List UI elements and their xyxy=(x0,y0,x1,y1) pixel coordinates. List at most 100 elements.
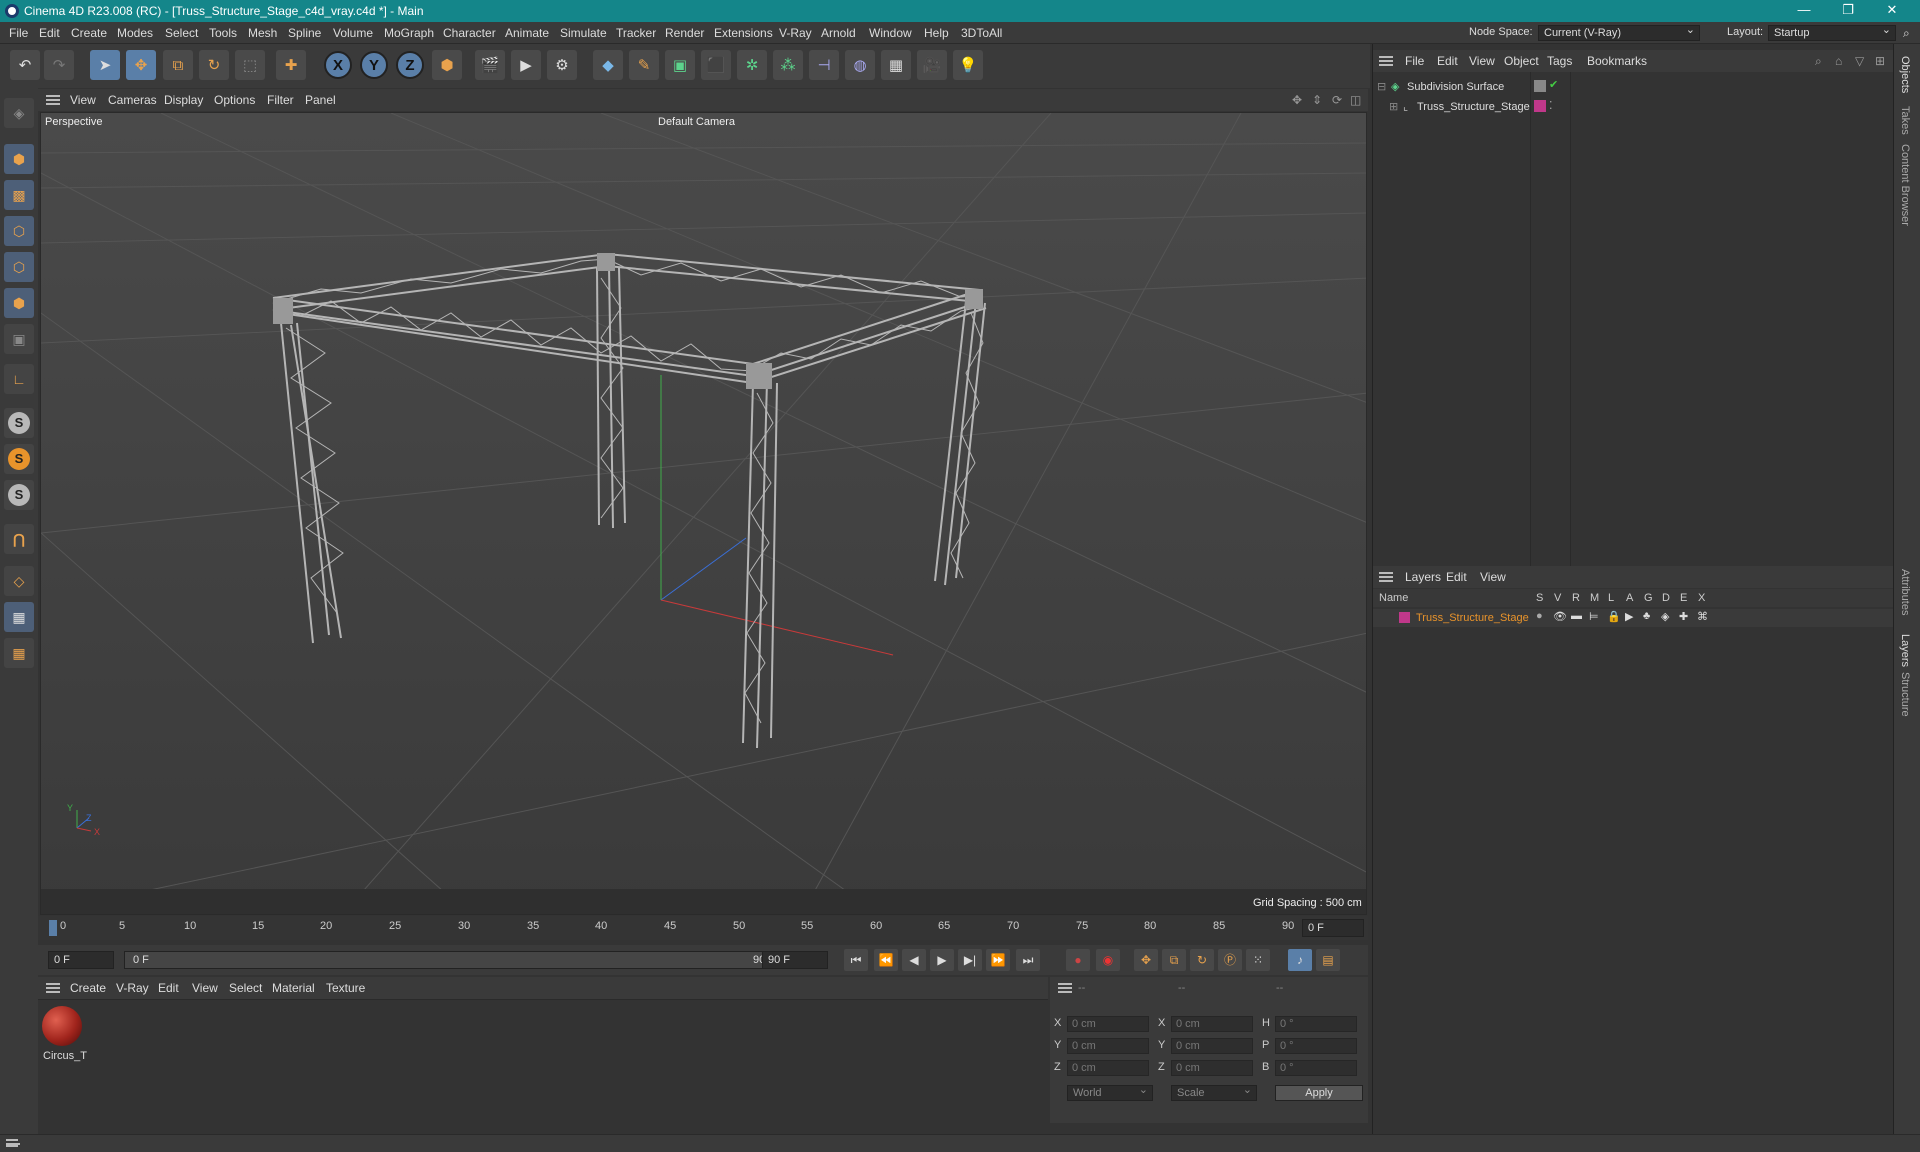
tab-layers[interactable]: Layers xyxy=(1899,634,1911,667)
model-mode-icon[interactable]: ⬢ xyxy=(4,144,34,174)
minimize-button[interactable]: — xyxy=(1784,2,1824,20)
menu-select[interactable]: Select xyxy=(165,26,198,40)
key-scale-icon[interactable]: ⧉ xyxy=(1162,949,1186,971)
snap-settings-icon[interactable]: S xyxy=(4,444,34,474)
animation-icon[interactable]: ▶ xyxy=(1625,610,1633,623)
layer-row[interactable]: Truss_Structure_Stage ● 👁 ▬ ⊨ 🔒 ▶ ♣ ◈ ✚ … xyxy=(1373,609,1893,627)
tab-objects[interactable]: Objects xyxy=(1899,56,1911,93)
size-z-field[interactable]: 0 cm xyxy=(1171,1060,1253,1076)
menu-window[interactable]: Window xyxy=(869,26,912,40)
cloner-icon[interactable]: ✲ xyxy=(737,50,767,80)
object-menu-edit[interactable]: Edit xyxy=(1437,54,1458,68)
menu-file[interactable]: File xyxy=(9,26,28,40)
menu-render[interactable]: Render xyxy=(665,26,704,40)
render-region-icon[interactable]: 🎬 xyxy=(475,50,505,80)
timeline-mode-icon[interactable]: ♪ xyxy=(1288,949,1312,971)
zoom-view-icon[interactable]: ⇕ xyxy=(1312,93,1322,107)
render-view-icon[interactable]: ▶ xyxy=(511,50,541,80)
recent-tool-icon[interactable]: ⬚ xyxy=(235,50,265,80)
pan-view-icon[interactable]: ✥ xyxy=(1292,93,1302,107)
object-home-icon[interactable]: ⌂ xyxy=(1835,54,1842,68)
layer-color-tag[interactable] xyxy=(1534,100,1546,112)
toggle-view-icon[interactable]: ◫ xyxy=(1350,93,1361,107)
redo-icon[interactable]: ↷ xyxy=(44,50,74,80)
object-row[interactable]: ⊞ ⌞ Truss_Structure_Stage ⁚ xyxy=(1373,98,1893,116)
y-axis-lock-icon[interactable]: Y xyxy=(360,51,388,79)
rotate-tool-icon[interactable]: ↻ xyxy=(199,50,229,80)
end-frame-field[interactable]: 90 F xyxy=(762,951,828,969)
visible-eye-icon[interactable]: 👁 xyxy=(1553,610,1567,623)
menu-vray[interactable]: V-Ray xyxy=(779,26,812,40)
coordinate-system-icon[interactable]: ⬢ xyxy=(432,50,462,80)
material-menu-material[interactable]: Material xyxy=(272,981,315,995)
object-menu-icon[interactable] xyxy=(1379,56,1393,66)
layer-menu-icon[interactable] xyxy=(1379,572,1393,582)
tab-structure[interactable]: Structure xyxy=(1899,672,1911,717)
grid-icon[interactable]: ▦ xyxy=(4,602,34,632)
menu-edit[interactable]: Edit xyxy=(39,26,60,40)
z-axis-lock-icon[interactable]: Z xyxy=(396,51,424,79)
light-icon[interactable]: 💡 xyxy=(953,50,983,80)
scale-tool-icon[interactable]: ⧉ xyxy=(163,50,193,80)
material-menu-texture[interactable]: Texture xyxy=(326,981,365,995)
object-name[interactable]: Subdivision Surface xyxy=(1407,81,1504,93)
xrefs-icon[interactable]: ⌘ xyxy=(1697,610,1708,623)
search-icon[interactable]: ⌕ xyxy=(1903,26,1910,41)
cube-object-icon[interactable]: ◆ xyxy=(593,50,623,80)
play-icon[interactable]: ▶ xyxy=(930,949,954,971)
x-axis-lock-icon[interactable]: X xyxy=(324,51,352,79)
expressions-icon[interactable]: ✚ xyxy=(1679,610,1688,623)
edit-toggle-icon[interactable] xyxy=(1534,80,1546,92)
viewport-menu-icon[interactable] xyxy=(46,95,60,105)
lock-icon[interactable]: 🔒 xyxy=(1607,610,1621,623)
next-frame-icon[interactable]: ▶| xyxy=(958,949,982,971)
subdivision-surface-icon[interactable]: ▣ xyxy=(665,50,695,80)
object-filter-icon[interactable]: ▽ xyxy=(1855,54,1864,68)
menu-arnold[interactable]: Arnold xyxy=(821,26,856,40)
rotate-view-icon[interactable]: ⟳ xyxy=(1332,93,1342,107)
deformers-icon[interactable]: ◈ xyxy=(1661,610,1669,623)
current-frame-field[interactable]: 0 F xyxy=(1302,919,1364,937)
previous-frame-icon[interactable]: ◀ xyxy=(902,949,926,971)
add-tool-icon[interactable]: ✚ xyxy=(276,50,306,80)
render-settings-icon[interactable]: ⚙ xyxy=(547,50,577,80)
texture-mode-icon[interactable]: ▩ xyxy=(4,180,34,210)
layer-menu-edit[interactable]: Edit xyxy=(1446,570,1467,584)
axis-mode-icon[interactable]: ∟ xyxy=(4,364,34,394)
object-menu-file[interactable]: File xyxy=(1405,54,1424,68)
tab-content-browser[interactable]: Content Browser xyxy=(1899,144,1911,226)
material-menu-create[interactable]: Create xyxy=(70,981,106,995)
layer-name[interactable]: Truss_Structure_Stage xyxy=(1416,612,1529,624)
size-y-field[interactable]: 0 cm xyxy=(1171,1038,1253,1054)
material-name[interactable]: Circus_Tr xyxy=(43,1050,87,1062)
close-button[interactable]: ✕ xyxy=(1872,2,1912,20)
material-menu-view[interactable]: View xyxy=(192,981,218,995)
locked-workplane-icon[interactable]: ▦ xyxy=(4,638,34,668)
viewport-menu-options[interactable]: Options xyxy=(214,93,255,107)
position-y-field[interactable]: 0 cm xyxy=(1067,1038,1149,1054)
menu-animate[interactable]: Animate xyxy=(505,26,549,40)
go-to-end-icon[interactable]: ⏭ xyxy=(1016,949,1040,971)
key-parameter-icon[interactable]: Ⓟ xyxy=(1218,949,1242,971)
floor-icon[interactable]: ▦ xyxy=(881,50,911,80)
frame-range-slider[interactable]: 0 F 90 F xyxy=(124,951,784,969)
spline-pen-icon[interactable]: ✎ xyxy=(629,50,659,80)
apply-button[interactable]: Apply xyxy=(1275,1085,1363,1101)
expand-icon[interactable]: ⊞ xyxy=(1389,100,1398,113)
field-icon[interactable]: ◍ xyxy=(845,50,875,80)
select-tool-icon[interactable]: ➤ xyxy=(90,50,120,80)
menu-simulate[interactable]: Simulate xyxy=(560,26,607,40)
position-x-field[interactable]: 0 cm xyxy=(1067,1016,1149,1032)
visibility-dots-icon[interactable]: ⁚ xyxy=(1549,99,1553,112)
object-menu-object[interactable]: Object xyxy=(1504,54,1539,68)
autokey-icon[interactable]: ◉ xyxy=(1096,949,1120,971)
menu-spline[interactable]: Spline xyxy=(288,26,321,40)
expand-icon[interactable]: ⊟ xyxy=(1377,80,1386,93)
extrude-icon[interactable]: ⬛ xyxy=(701,50,731,80)
object-row[interactable]: ⊟ ◈ Subdivision Surface ✔ xyxy=(1373,78,1893,96)
playhead-marker[interactable] xyxy=(49,920,57,936)
coordinate-menu-icon[interactable] xyxy=(1058,983,1072,993)
timeline-ruler[interactable]: 0 5 10 15 20 25 30 35 40 45 50 55 60 65 … xyxy=(38,916,1368,940)
polygons-mode-icon[interactable]: ⬢ xyxy=(4,288,34,318)
film-strip-icon[interactable]: ▤ xyxy=(1316,949,1340,971)
